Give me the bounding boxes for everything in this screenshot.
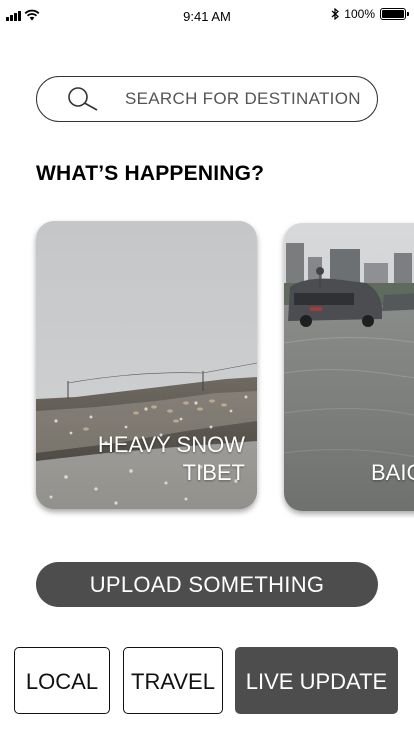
- card-caption: BAIC: [371, 459, 414, 487]
- battery-fill: [382, 10, 404, 18]
- news-card[interactable]: BAIC: [284, 223, 414, 511]
- status-right: 100%: [331, 7, 409, 21]
- card-caption: HEAVY SNOW TIBET: [98, 431, 245, 487]
- card-caption-line2: TIBET: [182, 460, 245, 485]
- card-caption-line1: BAIC: [371, 460, 414, 485]
- status-bar: 9:41 AM 100%: [0, 0, 414, 32]
- upload-button[interactable]: UPLOAD SOMETHING: [36, 562, 378, 607]
- battery-percentage: 100%: [344, 7, 375, 21]
- search-icon[interactable]: [67, 86, 99, 112]
- tab-live-update[interactable]: LIVE UPDATE: [235, 647, 398, 714]
- news-card[interactable]: HEAVY SNOW TIBET: [36, 221, 257, 509]
- bluetooth-icon: [331, 8, 340, 20]
- battery-icon: [380, 8, 409, 20]
- section-title: WHAT’S HAPPENING?: [36, 162, 265, 185]
- search-bar[interactable]: [36, 76, 378, 122]
- card-caption-line1: HEAVY SNOW: [97, 432, 245, 457]
- happening-carousel[interactable]: HEAVY SNOW TIBET BAI: [0, 218, 414, 518]
- tab-travel[interactable]: TRAVEL: [123, 647, 223, 714]
- search-input[interactable]: [125, 77, 365, 121]
- tab-local[interactable]: LOCAL: [14, 647, 110, 714]
